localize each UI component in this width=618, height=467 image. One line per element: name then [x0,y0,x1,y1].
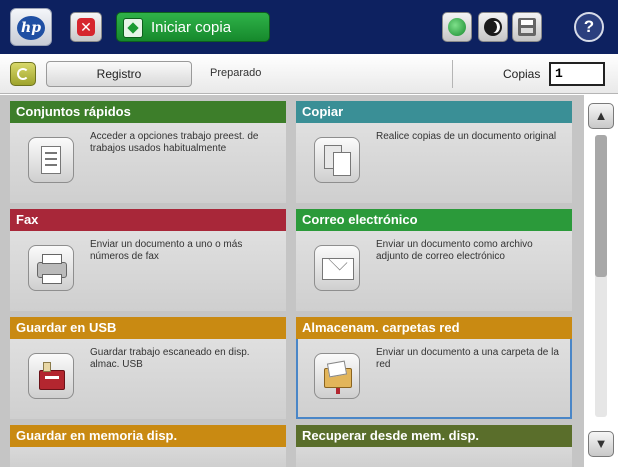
copies-label: Copias [503,67,541,81]
tile-quick-sets[interactable]: Conjuntos rápidos Acceder a opciones tra… [10,101,286,203]
tile-description: Enviar un documento a uno o más números … [90,239,243,262]
refresh-icon[interactable] [10,62,36,86]
fax-icon [28,245,74,291]
tile-save-device-memory[interactable]: Guardar en memoria disp. [10,425,286,467]
usb-icon [28,353,74,399]
printer-status-icon[interactable] [512,12,542,42]
tile-title: Fax [10,209,286,231]
tile-description: Acceder a opciones trabajo preest. de tr… [90,131,259,154]
network-folder-icon [314,353,360,399]
scroll-track[interactable] [595,135,607,417]
quick-sets-icon [28,137,74,183]
stop-icon: ✕ [77,18,95,36]
tile-description: Realice copias de un documento original [376,131,557,142]
scroll-thumb[interactable] [595,135,607,277]
scrollbar[interactable]: ▲ ▼ [584,95,618,467]
help-icon[interactable]: ? [574,12,604,42]
email-icon [314,245,360,291]
start-copy-label: Iniciar copia [151,19,232,36]
hp-logo-text: hp [17,16,45,40]
stop-button[interactable]: ✕ [70,12,102,42]
status-text: Preparado [210,67,262,79]
tile-title: Copiar [296,101,572,123]
registro-button[interactable]: Registro [46,61,192,87]
tile-description: Guardar trabajo escaneado en disp. almac… [90,347,250,370]
tile-retrieve-device-memory[interactable]: Recuperar desde mem. disp. [296,425,572,467]
copies-input[interactable]: 1 [549,62,605,86]
tile-copy[interactable]: Copiar Realice copias de un documento or… [296,101,572,203]
copies-area: Copias 1 [452,60,608,88]
tile-email[interactable]: Correo electrónico Enviar un documento c… [296,209,572,311]
tile-description: Enviar un documento como archivo adjunto… [376,239,533,262]
copy-icon [314,137,360,183]
tile-title: Guardar en memoria disp. [10,425,286,447]
tile-title: Guardar en USB [10,317,286,339]
scroll-down-button[interactable]: ▼ [588,431,614,457]
tile-title: Correo electrónico [296,209,572,231]
scroll-up-button[interactable]: ▲ [588,103,614,129]
sleep-icon[interactable] [478,12,508,42]
network-status-icon[interactable] [442,12,472,42]
function-grid: Conjuntos rápidos Acceder a opciones tra… [0,95,584,467]
status-bar: Registro Preparado Copias 1 [0,54,618,94]
tile-title: Recuperar desde mem. disp. [296,425,572,447]
start-copy-icon [123,18,143,38]
tile-save-usb[interactable]: Guardar en USB Guardar trabajo escaneado… [10,317,286,419]
tile-title: Conjuntos rápidos [10,101,286,123]
tile-description: Enviar un documento a una carpeta de la … [376,347,559,370]
start-copy-button[interactable]: Iniciar copia [116,12,270,42]
tile-title: Almacenam. carpetas red [296,317,572,339]
tile-fax[interactable]: Fax Enviar un documento a uno o más núme… [10,209,286,311]
top-bar: hp ✕ Iniciar copia ? [0,0,618,54]
tile-network-folder[interactable]: Almacenam. carpetas red Enviar un docume… [296,317,572,419]
hp-logo-icon[interactable]: hp [10,8,52,46]
